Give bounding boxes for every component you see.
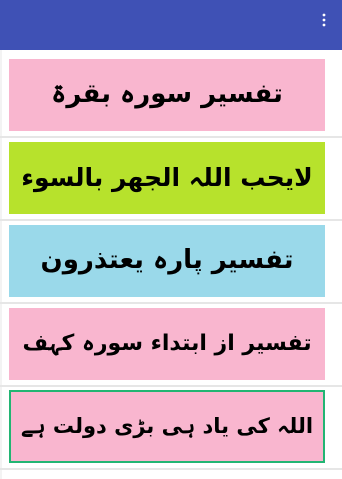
list-divider [0,219,342,221]
app-bar [0,0,342,50]
list-item-la-yuhibbullah[interactable]: لایحب اللہ الجھر بالسوء [9,142,325,214]
list-divider [0,302,342,304]
topic-list: تفسیر سورہ بقرۃ لایحب اللہ الجھر بالسوء … [0,50,342,479]
list-item-tafseer-para-yatazeroon[interactable]: تفسیر پارہ یعتذرون [9,225,325,297]
list-item-label: تفسیر سورہ بقرۃ [51,79,283,110]
list-left-edge [0,50,2,479]
overflow-menu-button[interactable] [312,8,336,32]
list-item-tafseer-baqarah[interactable]: تفسیر سورہ بقرۃ [9,59,325,131]
list-item-label: اللہ کی یاد ہی بڑی دولت ہے [20,413,314,438]
app-screen: تفسیر سورہ بقرۃ لایحب اللہ الجھر بالسوء … [0,0,342,479]
more-vert-icon [322,13,326,27]
list-divider [0,136,342,138]
list-item-allah-ki-yaad[interactable]: اللہ کی یاد ہی بڑی دولت ہے [9,390,325,463]
list-item-label: تفسیر از ابتداء سورہ کہف [22,330,312,356]
list-divider [0,385,342,387]
list-item-label: تفسیر پارہ یعتذرون [40,245,294,276]
list-divider [0,468,342,470]
list-item-tafseer-kahf[interactable]: تفسیر از ابتداء سورہ کہف [9,308,325,380]
list-item-label: لایحب اللہ الجھر بالسوء [21,163,313,192]
